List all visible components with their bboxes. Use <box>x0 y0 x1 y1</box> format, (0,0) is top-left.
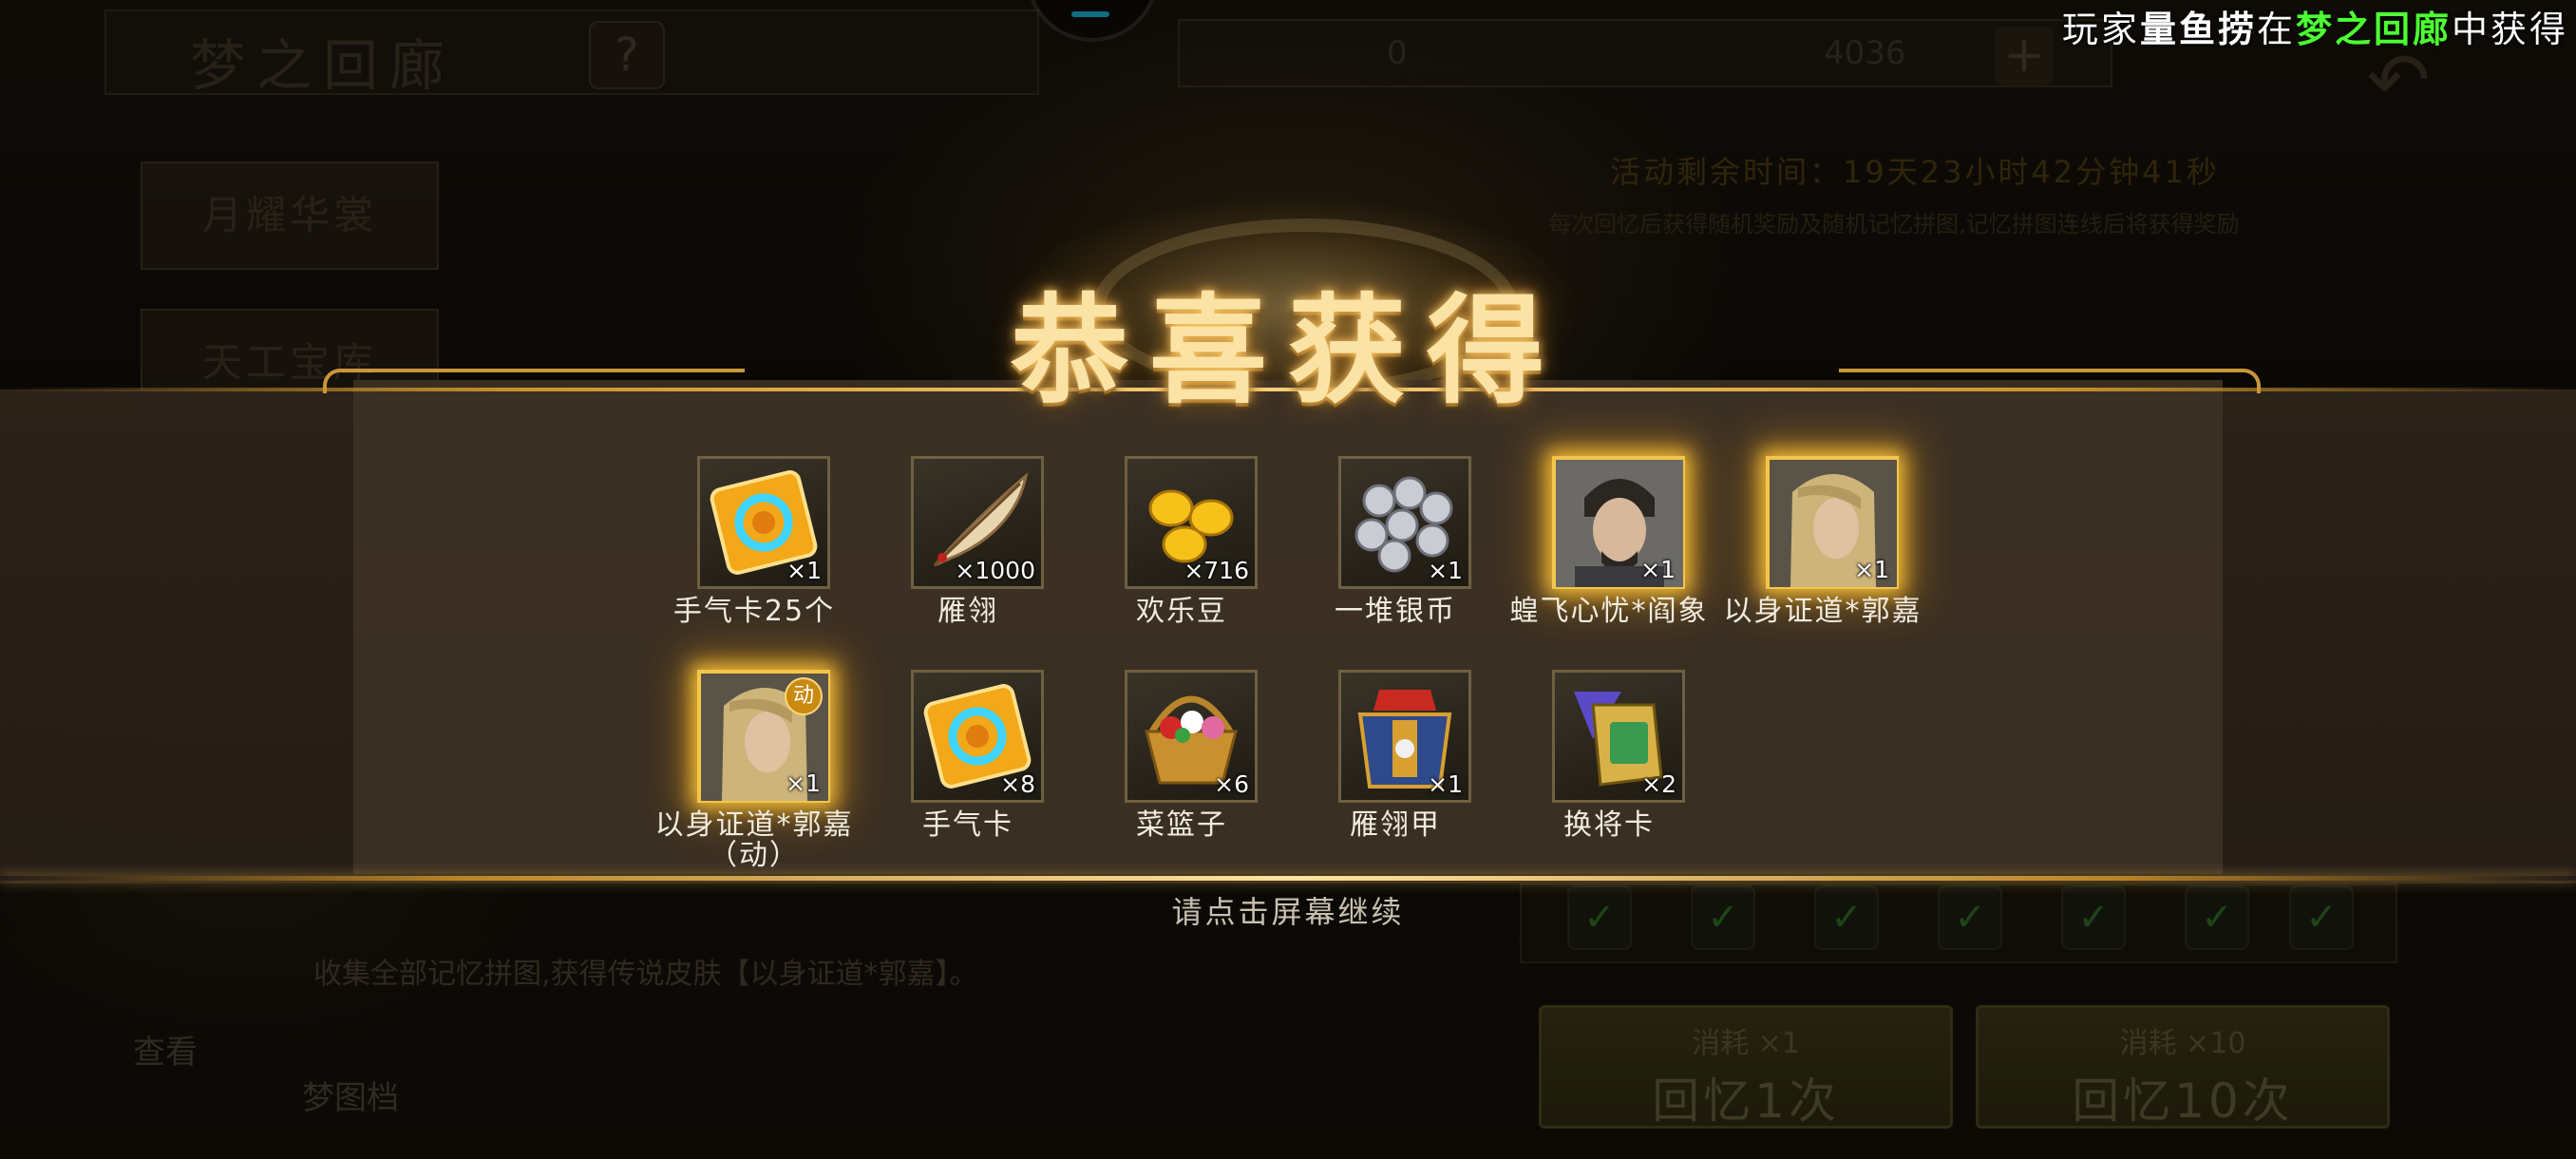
ticker-prefix: 玩家 <box>2061 9 2140 50</box>
item-quantity: ×1 <box>1640 556 1676 583</box>
item-name: 换将卡 <box>1563 808 1655 842</box>
item-name: 手气卡 <box>922 808 1013 842</box>
reward-slot: ×2 <box>1552 670 1685 803</box>
item-name: 菜篮子 <box>1136 808 1227 842</box>
item-name: 雁翎甲 <box>1350 808 1441 842</box>
item-name: 以身证道*郭嘉（动） <box>654 808 854 872</box>
item-name: 一堆银币 <box>1335 595 1456 628</box>
ticker-suffix: 中获得 <box>2451 9 2568 50</box>
reward-slot: ×8 <box>911 670 1044 803</box>
panel-bottom-border <box>0 876 2576 881</box>
item-quantity: ×6 <box>1214 770 1249 798</box>
item-quantity: ×1 <box>1428 770 1463 798</box>
ticker-place: 梦之回廊 <box>2295 9 2452 50</box>
reward-slot: ×1 <box>1338 670 1471 803</box>
reward-panel-inner <box>353 380 2223 874</box>
tap-to-continue[interactable]: 请点击屏幕继续 <box>0 888 2576 932</box>
reward-slot: ×1 <box>1766 456 1899 589</box>
reward-slot: ×6 <box>1125 670 1258 803</box>
item-quantity: ×1 <box>1428 557 1463 584</box>
item-quantity: ×8 <box>1000 770 1035 798</box>
item-quantity: ×1 <box>786 557 822 584</box>
item-name: 欢乐豆 <box>1136 595 1227 628</box>
item-name: 以身证道*郭嘉 <box>1723 595 1923 628</box>
item-quantity: ×1000 <box>955 557 1035 584</box>
item-name: 手气卡25个 <box>672 595 836 628</box>
reward-title: 恭喜获得 <box>1010 282 1565 420</box>
item-quantity: ×1 <box>786 770 821 797</box>
item-quantity: ×2 <box>1641 770 1676 798</box>
reward-slot: 动 ×1 <box>697 670 830 803</box>
ticker-player: 量鱼捞 <box>2139 9 2257 50</box>
reward-slot: ×1 <box>1552 456 1685 589</box>
reward-slot: ×1 <box>697 456 830 589</box>
animated-badge: 动 <box>785 677 823 715</box>
item-name: 蝗飞心忧*阎象 <box>1509 595 1709 628</box>
broadcast-ticker: 玩家量鱼捞在梦之回廊中获得 <box>2062 0 2568 52</box>
item-quantity: ×1 <box>1854 556 1889 583</box>
item-name: 雁翎 <box>938 595 998 628</box>
reward-slot: ×1000 <box>911 456 1044 589</box>
reward-slot: ×1 <box>1338 456 1471 589</box>
item-quantity: ×716 <box>1184 557 1249 584</box>
ticker-middle: 在 <box>2256 9 2296 50</box>
reward-slot: ×716 <box>1125 456 1258 589</box>
